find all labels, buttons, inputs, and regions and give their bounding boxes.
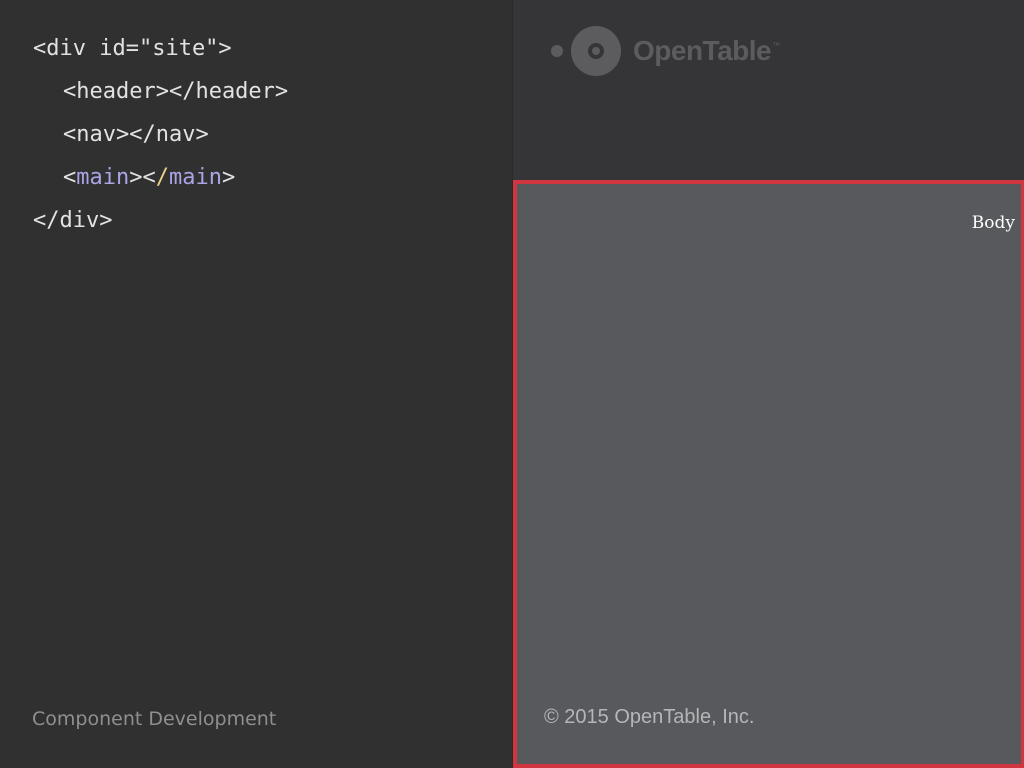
copyright-text: © 2015 OpenTable, Inc.: [544, 706, 755, 728]
opentable-logo: OpenTable ™: [551, 26, 780, 76]
main-open-gt: >: [129, 165, 143, 190]
main-close-gt: >: [221, 165, 236, 190]
main-open-tag: main: [76, 165, 130, 190]
logo-ring-icon: [571, 26, 621, 76]
logo-text: OpenTable: [633, 35, 772, 66]
footer-label: Component Development: [32, 708, 277, 730]
main-close-lt: <: [142, 165, 156, 190]
body-label: Body: [971, 213, 1015, 233]
main-close-slash: /: [155, 165, 169, 190]
main-open-lt: <: [63, 165, 77, 190]
main-close-tag: main: [168, 165, 222, 190]
logo-dot-icon: [551, 45, 563, 57]
preview-panel: OpenTable ™ Body © 2015 OpenTable, Inc.: [512, 0, 1024, 768]
code-line-main: <main></main>: [63, 164, 235, 192]
code-line-div-open: <div id="site">: [33, 36, 232, 61]
code-line-header: <header></header>: [63, 79, 289, 104]
code-line-div-close: </div>: [33, 208, 113, 233]
code-line-nav: <nav></nav>: [63, 122, 209, 147]
code-panel: <div id="site"> <header></header> <nav><…: [0, 0, 512, 768]
body-region: Body © 2015 OpenTable, Inc.: [513, 180, 1024, 768]
logo-trademark: ™: [772, 41, 781, 50]
